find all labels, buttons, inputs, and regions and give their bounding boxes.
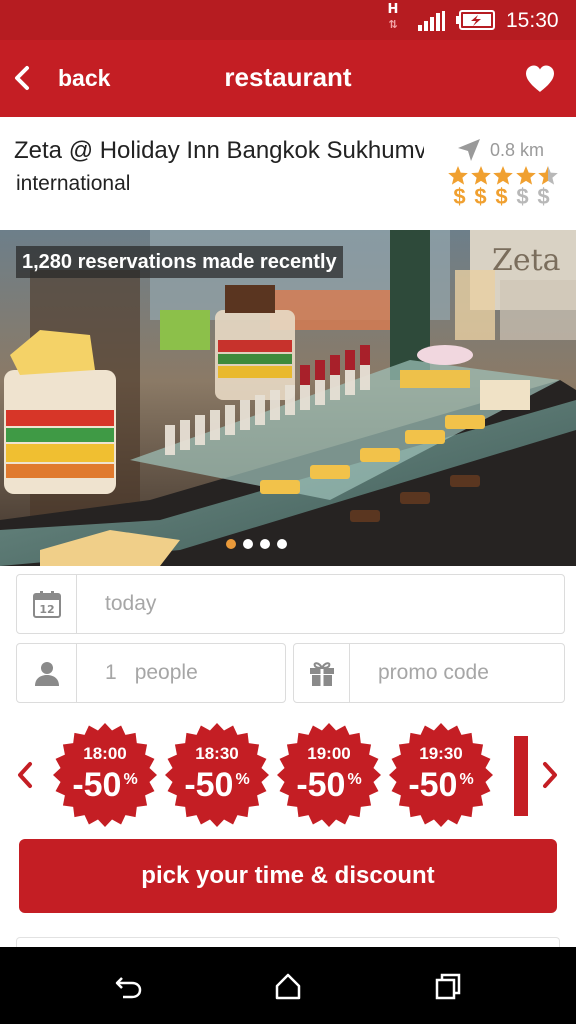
time-slot-discount: -50% [52, 766, 158, 805]
discount-value: -50 [184, 766, 234, 804]
restaurant-info: Zeta @ Holiday Inn Bangkok Sukhumvit int… [0, 117, 576, 230]
restaurant-photo[interactable]: Zeta 1,280 reservations made recently [0, 230, 576, 566]
star-full-icon [448, 166, 468, 185]
star-half-icon [538, 166, 558, 185]
network-indicator: H ⇅ [383, 3, 403, 32]
discount-unit: % [235, 771, 250, 788]
people-label: people [134, 661, 198, 684]
time-slot-1800[interactable]: 18:00 -50% [52, 722, 158, 828]
svg-text:12: 12 [39, 603, 54, 616]
price-symbol: $ [453, 184, 466, 209]
home-nav-icon[interactable] [273, 971, 303, 1001]
discount-value: -50 [296, 766, 346, 804]
carousel-dot[interactable] [277, 539, 287, 549]
time-slot-time: 19:30 [419, 744, 463, 763]
time-slot-partial[interactable] [514, 736, 528, 816]
people-value: 1 people [105, 644, 198, 702]
app-bar: back restaurant [0, 40, 576, 117]
distance: 0.8 km [456, 137, 544, 163]
price-symbol: $ [495, 184, 508, 209]
calendar-icon: 12 [32, 591, 61, 618]
restaurant-name: Zeta @ Holiday Inn Bangkok Sukhumvit [14, 137, 424, 164]
person-icon [34, 662, 59, 686]
time-slot-time: 19:00 [307, 744, 351, 763]
data-arrows-icon: ⇅ [388, 18, 398, 31]
battery-charging-icon [456, 10, 495, 30]
discount-value: -50 [408, 766, 458, 804]
location-arrow-icon [458, 139, 480, 161]
time-slot-1930[interactable]: 19:30 -50% [388, 722, 494, 828]
time-slot-1830[interactable]: 18:30 -50% [164, 722, 270, 828]
promo-code-placeholder: promo code [378, 661, 489, 684]
time-slot-time: 18:00 [83, 744, 127, 763]
rating-stars [447, 165, 560, 186]
back-nav-icon[interactable] [113, 971, 143, 1001]
system-nav-bar [0, 947, 576, 1024]
star-full-icon [493, 166, 513, 185]
status-bar: H ⇅ 15:30 [0, 0, 576, 40]
time-slot-time: 18:30 [195, 744, 239, 763]
time-slot-discount: -50% [164, 766, 270, 805]
page-title: restaurant [224, 62, 352, 92]
carousel-dot[interactable] [243, 539, 253, 549]
discount-value: -50 [72, 766, 122, 804]
star-full-icon [470, 166, 491, 185]
chevron-right-icon[interactable] [539, 760, 561, 790]
price-symbol: $ [474, 184, 487, 209]
time-slot-carousel: 18:00 -50% 18:30 -50% 19:00 -50% 19:30 -50% [0, 722, 576, 834]
carousel-dot[interactable] [260, 539, 270, 549]
recents-nav-icon[interactable] [433, 971, 463, 1001]
discount-unit: % [459, 771, 474, 788]
people-count: 1 [105, 661, 117, 684]
discount-unit: % [123, 771, 138, 788]
time-slot-1900[interactable]: 19:00 -50% [276, 722, 382, 828]
price-symbol: $ [516, 184, 529, 209]
distance-value: 0.8 km [490, 139, 545, 160]
time-slot-discount: -50% [388, 766, 494, 805]
promo-code-field[interactable]: promo code [293, 643, 565, 703]
clock: 15:30 [506, 9, 559, 32]
price-symbol: $ [537, 184, 550, 209]
price-level: $ $ $ $ $ [449, 184, 554, 210]
star-full-icon [515, 166, 536, 185]
signal-icon [418, 11, 445, 31]
reservations-badge: 1,280 reservations made recently [16, 246, 343, 278]
restaurant-cuisine: international [16, 172, 131, 195]
svg-text:Zeta: Zeta [492, 243, 561, 278]
people-field[interactable]: 1 people [16, 643, 286, 703]
network-type-label: H [387, 2, 399, 17]
discount-unit: % [347, 771, 362, 788]
gift-icon [309, 662, 334, 686]
pick-time-discount-button[interactable]: pick your time & discount [19, 839, 557, 913]
carousel-dot[interactable] [226, 539, 236, 549]
heart-icon[interactable] [524, 64, 556, 94]
carousel-dots [226, 539, 294, 549]
promo-icon-box [294, 644, 350, 702]
chevron-left-icon[interactable] [14, 760, 36, 790]
date-field[interactable]: 12 today [16, 574, 565, 634]
date-value: today [105, 592, 157, 615]
buffet-photo: Zeta [0, 230, 576, 566]
date-icon-box: 12 [17, 575, 77, 633]
time-slot-discount: -50% [276, 766, 382, 805]
people-icon-box [17, 644, 77, 702]
